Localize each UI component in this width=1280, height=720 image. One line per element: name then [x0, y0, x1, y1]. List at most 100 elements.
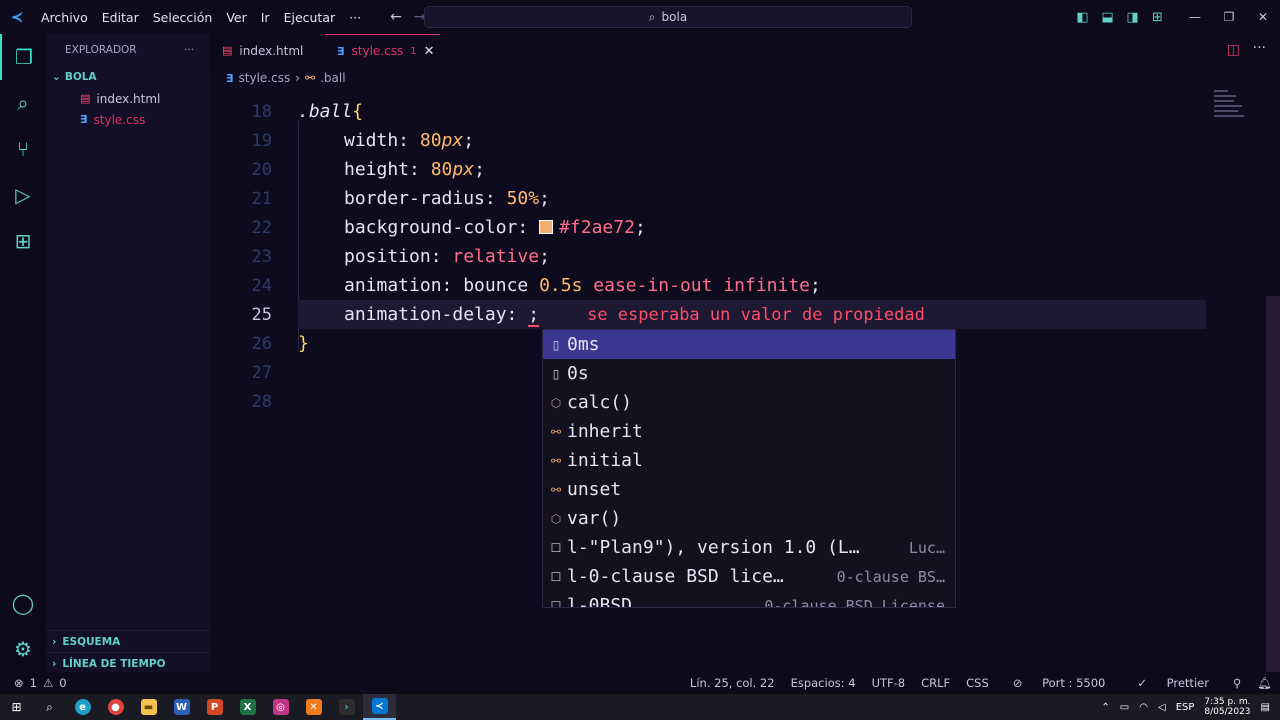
- toggle-panel-icon[interactable]: ⬓: [1095, 10, 1120, 25]
- menu-ir[interactable]: Ir: [254, 10, 277, 25]
- word-icon[interactable]: W: [165, 694, 198, 720]
- tab-label: index.html: [239, 43, 304, 58]
- problems-indicator[interactable]: ⊗ 1 ⚠ 0: [0, 676, 67, 690]
- network-icon[interactable]: ◠: [1139, 702, 1148, 713]
- back-arrow-icon[interactable]: ←: [390, 9, 402, 25]
- windows-start-icon[interactable]: ⊞: [0, 694, 33, 720]
- nav-arrows: ← →: [390, 9, 425, 25]
- edge-icon[interactable]: e: [66, 694, 99, 720]
- restore-icon[interactable]: ❐: [1212, 10, 1246, 24]
- breadcrumb-file[interactable]: style.css: [239, 71, 291, 85]
- warning-count: 0: [59, 676, 67, 690]
- menu-ver[interactable]: Ver: [219, 10, 253, 25]
- code-line: 21 border-radius: 50%;: [210, 184, 1206, 213]
- suggestion-item[interactable]: ⚯ inherit: [543, 417, 955, 446]
- snippet-icon: ☐: [550, 540, 562, 555]
- source-control-icon[interactable]: ⑂: [0, 126, 46, 172]
- search-view-icon[interactable]: ⌕: [0, 80, 46, 126]
- keyword-icon: ⚯: [550, 424, 562, 439]
- notification-center-icon[interactable]: ▤: [1261, 702, 1270, 713]
- menu-ejecutar[interactable]: Ejecutar: [277, 10, 343, 25]
- timeline-title: LÍNEA DE TIEMPO: [62, 657, 166, 670]
- suggestion-item[interactable]: ⬡ var(): [543, 504, 955, 533]
- menu-more[interactable]: ···: [342, 10, 368, 25]
- color-swatch[interactable]: [539, 220, 554, 234]
- feedback-icon[interactable]: ⚲: [1225, 676, 1249, 690]
- explorer-header: EXPLORADOR ···: [46, 34, 210, 66]
- live-server-port[interactable]: ⊘ Port : 5500: [997, 676, 1122, 690]
- status-bar: ⊗ 1 ⚠ 0 Lín. 25, col. 22 Espacios: 4 UTF…: [0, 672, 1280, 694]
- run-debug-icon[interactable]: ▷: [0, 172, 46, 218]
- toggle-secondary-sidebar-icon[interactable]: ◨: [1120, 10, 1145, 25]
- port-icon: ⊘: [1012, 676, 1027, 690]
- snippet-icon: ☐: [550, 598, 562, 608]
- suggestion-item[interactable]: ▯ 0s: [543, 359, 955, 388]
- suggestion-item[interactable]: ☐ l-"Plan9"), version 1.0 (L… Luc…: [543, 533, 955, 562]
- prettier-status[interactable]: ✓ Prettier: [1121, 676, 1225, 690]
- settings-gear-icon[interactable]: ⚙: [0, 626, 46, 672]
- suggestion-item[interactable]: ⚯ unset: [543, 475, 955, 504]
- close-window-icon[interactable]: ✕: [1246, 10, 1280, 24]
- close-tab-icon[interactable]: ✕: [424, 44, 435, 59]
- outline-section[interactable]: › ESQUEMA: [46, 630, 210, 652]
- editor-more-icon[interactable]: ···: [1253, 40, 1266, 56]
- file-style-css[interactable]: ∃ style.css: [46, 109, 210, 130]
- timeline-section[interactable]: › LÍNEA DE TIEMPO: [46, 652, 210, 674]
- extensions-icon[interactable]: ⊞: [0, 218, 46, 264]
- code-line: 20 height: 80px;: [210, 155, 1206, 184]
- tray-chevron-icon[interactable]: ⌃: [1101, 702, 1109, 713]
- menu-archivo[interactable]: Archivo: [34, 10, 95, 25]
- notifications-bell-icon[interactable]: 🔔︎: [1249, 676, 1280, 690]
- chevron-right-icon: ›: [52, 657, 57, 670]
- customize-layout-icon[interactable]: ⊞: [1145, 10, 1170, 25]
- keyword-icon: ⚯: [550, 482, 562, 497]
- account-icon[interactable]: ◯: [0, 580, 46, 626]
- code-text: width: 80px;: [344, 130, 475, 151]
- volume-icon[interactable]: ◁: [1158, 702, 1166, 713]
- minimize-icon[interactable]: —: [1178, 10, 1212, 24]
- tab-style-css[interactable]: ∃ style.css 1 ✕: [325, 34, 440, 67]
- line-ending[interactable]: CRLF: [913, 676, 958, 690]
- editor-tabs: ▤ index.html ∃ style.css 1 ✕: [210, 34, 1280, 67]
- suggestion-item[interactable]: ☐ l-0BSD 0-clause BSD License: [543, 591, 955, 608]
- file-index-html[interactable]: ▤ index.html: [46, 88, 210, 109]
- menu-editar[interactable]: Editar: [95, 10, 146, 25]
- chrome-icon[interactable]: ●: [99, 694, 132, 720]
- suggestion-item[interactable]: ⬡ calc(): [543, 388, 955, 417]
- file-name: style.css: [93, 112, 146, 127]
- explorer-more-button[interactable]: ···: [184, 44, 194, 56]
- instagram-icon[interactable]: ◎: [264, 694, 297, 720]
- language-mode[interactable]: CSS: [958, 676, 997, 690]
- clock[interactable]: 7:35 p. m. 8/05/2023: [1204, 697, 1250, 717]
- command-center-search[interactable]: ⌕ bola: [424, 6, 912, 28]
- minimap[interactable]: [1214, 90, 1246, 124]
- tab-index-html[interactable]: ▤ index.html: [210, 34, 325, 67]
- split-editor-icon[interactable]: ◫: [1227, 42, 1240, 58]
- taskbar-search-icon[interactable]: ⌕: [33, 694, 66, 720]
- css-file-icon: ∃: [226, 71, 234, 85]
- explorer-icon[interactable]: ❐: [0, 34, 46, 80]
- suggestion-item[interactable]: ☐ l-0-clause BSD lice… 0-clause BS…: [543, 562, 955, 591]
- excel-icon[interactable]: X: [231, 694, 264, 720]
- battery-icon[interactable]: ▭: [1120, 702, 1129, 713]
- menu-seleccion[interactable]: Selección: [146, 10, 220, 25]
- breadcrumb-symbol[interactable]: .ball: [320, 71, 345, 85]
- toggle-sidebar-icon[interactable]: ◧: [1070, 10, 1095, 25]
- indentation[interactable]: Espacios: 4: [783, 676, 864, 690]
- cursor-position[interactable]: Lín. 25, col. 22: [682, 676, 783, 690]
- terminal-icon[interactable]: ›: [330, 694, 363, 720]
- explorer-title: EXPLORADOR: [65, 44, 137, 56]
- suggestion-item[interactable]: ⚯ initial: [543, 446, 955, 475]
- vscode-taskbar-icon[interactable]: ≺: [363, 694, 396, 720]
- code-text: animation-delay: ; se esperaba un valor d…: [344, 304, 925, 327]
- suggestion-item[interactable]: ▯ 0ms: [543, 330, 955, 359]
- vertical-scrollbar[interactable]: [1266, 296, 1280, 672]
- powerpoint-icon[interactable]: P: [198, 694, 231, 720]
- input-language[interactable]: ESP: [1176, 702, 1195, 713]
- file-explorer-icon[interactable]: ▬: [132, 694, 165, 720]
- encoding[interactable]: UTF-8: [864, 676, 914, 690]
- xampp-icon[interactable]: ✕: [297, 694, 330, 720]
- folder-bola[interactable]: ⌄ BOLA: [46, 66, 210, 88]
- menu-bar: Archivo Editar Selección Ver Ir Ejecutar…: [34, 10, 368, 25]
- tab-problem-count: 1: [410, 45, 417, 57]
